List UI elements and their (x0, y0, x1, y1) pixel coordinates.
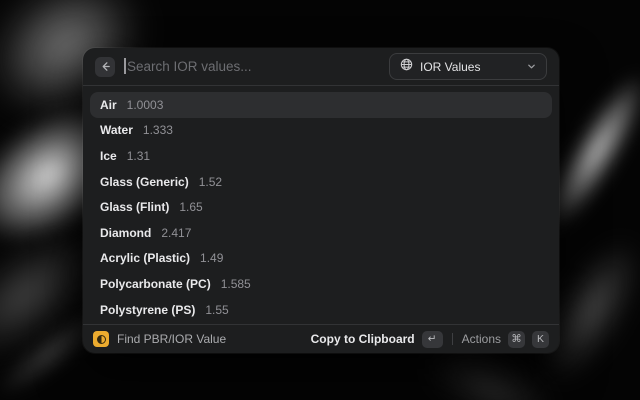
list-item[interactable]: Ice 1.31 (90, 143, 552, 169)
back-button[interactable] (95, 57, 115, 77)
material-name: Ice (100, 149, 117, 163)
list-item[interactable]: Glass (Flint) 1.65 (90, 194, 552, 220)
divider (452, 333, 453, 345)
list-item[interactable]: Polycarbonate (PC) 1.585 (90, 271, 552, 297)
material-name: Polystyrene (PS) (100, 303, 195, 317)
list-item[interactable]: Diamond 2.417 (90, 220, 552, 246)
search-header: IOR Values (83, 48, 559, 86)
material-name: Polycarbonate (PC) (100, 277, 211, 291)
command-key-badge: ⌘ (508, 331, 525, 348)
ior-value: 1.55 (205, 303, 228, 317)
k-key-badge: K (532, 331, 549, 348)
list-item[interactable]: Water 1.333 (90, 118, 552, 144)
material-name: Glass (Generic) (100, 175, 189, 189)
text-caret (124, 58, 126, 74)
actions-menu-button[interactable]: Actions (462, 332, 501, 346)
ior-value: 1.49 (200, 251, 223, 265)
ior-value: 1.31 (127, 149, 150, 163)
ior-results-list: Air 1.0003 Water 1.333 Ice 1.31 Glass (G… (83, 86, 559, 324)
ior-value: 1.52 (199, 175, 222, 189)
copy-to-clipboard-button[interactable]: Copy to Clipboard (311, 332, 415, 346)
arrow-left-icon (100, 61, 111, 72)
dropdown-selected-value: IOR Values (420, 60, 520, 74)
extension-icon (93, 331, 109, 347)
search-input[interactable] (124, 59, 380, 74)
list-item[interactable]: Polystyrene (PS) 1.55 (90, 297, 552, 323)
list-item[interactable]: Air 1.0003 (90, 92, 552, 118)
chevron-down-icon (527, 58, 536, 76)
material-name: Water (100, 123, 133, 137)
ior-value: 1.65 (179, 200, 202, 214)
contrast-glyph (97, 335, 106, 344)
ior-value: 1.0003 (127, 98, 164, 112)
desktop: IOR Values Air 1.0003 Water 1.333 Ice 1.… (0, 0, 640, 400)
launcher-window: IOR Values Air 1.0003 Water 1.333 Ice 1.… (83, 48, 559, 353)
list-filter-dropdown[interactable]: IOR Values (389, 53, 547, 80)
list-item[interactable]: Acrylic (Plastic) 1.49 (90, 246, 552, 272)
globe-icon (400, 58, 413, 76)
ior-value: 1.333 (143, 123, 173, 137)
material-name: Air (100, 98, 117, 112)
material-name: Acrylic (Plastic) (100, 251, 190, 265)
material-name: Diamond (100, 226, 151, 240)
extension-name: Find PBR/IOR Value (117, 332, 303, 346)
material-name: Glass (Flint) (100, 200, 169, 214)
action-bar: Find PBR/IOR Value Copy to Clipboard ↵ A… (83, 324, 559, 353)
ior-value: 2.417 (161, 226, 191, 240)
ior-value: 1.585 (221, 277, 251, 291)
return-key-badge: ↵ (422, 331, 443, 348)
list-item[interactable]: Glass (Generic) 1.52 (90, 169, 552, 195)
